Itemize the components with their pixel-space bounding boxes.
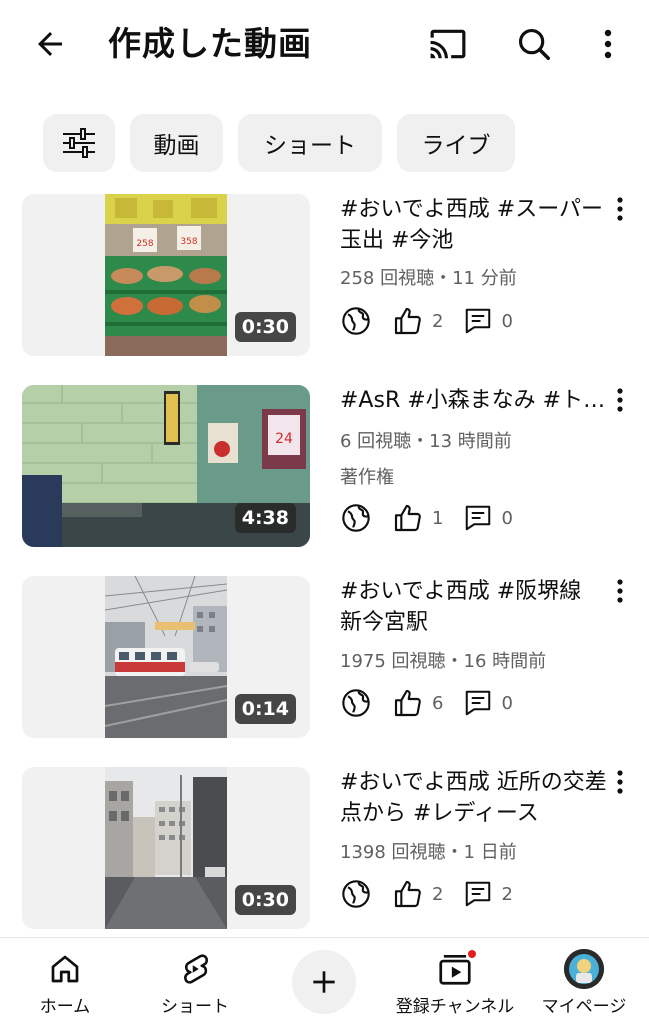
shorts-icon — [177, 950, 213, 988]
more-vert-icon[interactable] — [608, 387, 632, 419]
nav-subscriptions[interactable]: 登録チャンネル — [388, 938, 522, 1024]
svg-text:24: 24 — [275, 431, 293, 447]
thumbnail-image — [105, 576, 227, 738]
public-globe-icon — [340, 305, 372, 337]
video-stats: 2 2 — [340, 877, 513, 911]
nav-shorts[interactable]: ショート — [150, 938, 240, 1024]
video-duration: 0:30 — [234, 312, 296, 342]
video-title[interactable]: #AsR #小森まなみ #トーストを作ろうよ — [340, 385, 608, 416]
chip-shorts[interactable]: ショート — [238, 114, 382, 172]
comment-count: 0 — [501, 692, 513, 714]
comment-icon — [463, 879, 493, 909]
notification-dot — [466, 948, 478, 960]
video-duration: 0:30 — [234, 885, 296, 915]
like-count: 2 — [432, 310, 444, 332]
video-stats: 1 0 — [340, 501, 513, 535]
nav-label: マイページ — [541, 997, 627, 1017]
chip-live[interactable]: ライブ — [397, 114, 515, 172]
more-vert-icon[interactable] — [608, 769, 632, 801]
public-globe-icon — [340, 502, 372, 534]
video-item[interactable]: 258 358 0:30 #おいでよ西成 #スーパー玉出 #今池 258 回視聴… — [0, 194, 649, 359]
video-title[interactable]: #おいでよ西成 近所の交差点から #レディース — [340, 767, 608, 829]
svg-text:358: 358 — [180, 237, 197, 247]
comment-icon — [463, 688, 493, 718]
thumbnail-image: 258 358 — [105, 194, 227, 356]
video-thumbnail[interactable]: 24 4:38 — [22, 385, 310, 547]
filter-chip-bar: 動画 ショート ライブ — [0, 114, 649, 174]
video-meta: 6 回視聴・13 時間前 — [340, 431, 512, 452]
video-item[interactable]: 0:14 #おいでよ西成 #阪堺線 新今宮駅 1975 回視聴・16 時間前 6… — [0, 576, 649, 741]
video-thumbnail[interactable]: 0:30 — [22, 767, 310, 929]
thumbnail-image — [105, 767, 227, 929]
like-count: 1 — [432, 507, 444, 529]
video-stats: 6 0 — [340, 686, 513, 720]
back-arrow-icon[interactable] — [26, 22, 74, 66]
video-title[interactable]: #おいでよ西成 #阪堺線 新今宮駅 — [340, 576, 608, 638]
video-meta: 1398 回視聴・1 日前 — [340, 842, 517, 863]
avatar — [564, 949, 604, 989]
more-vert-icon[interactable] — [590, 22, 626, 66]
more-vert-icon[interactable] — [608, 578, 632, 610]
public-globe-icon — [340, 687, 372, 719]
top-app-bar: 作成した動画 — [0, 0, 649, 90]
more-vert-icon[interactable] — [608, 196, 632, 228]
video-duration: 4:38 — [234, 503, 296, 533]
nav-home[interactable]: ホーム — [30, 938, 100, 1024]
home-icon — [47, 950, 83, 988]
video-title[interactable]: #おいでよ西成 #スーパー玉出 #今池 — [340, 194, 608, 256]
tune-icon[interactable] — [43, 114, 115, 172]
video-stats: 2 0 — [340, 304, 513, 338]
search-icon[interactable] — [510, 22, 558, 66]
chip-videos[interactable]: 動画 — [130, 114, 223, 172]
like-icon — [392, 878, 424, 910]
video-duration: 0:14 — [234, 694, 296, 724]
copyright-label[interactable]: 著作権 — [340, 465, 394, 491]
comment-icon — [463, 306, 493, 336]
video-item[interactable]: 24 4:38 #AsR #小森まなみ #トーストを作ろうよ 6 回視聴・13 … — [0, 385, 649, 550]
comment-count: 0 — [501, 507, 513, 529]
subscriptions-icon — [436, 948, 478, 988]
like-count: 6 — [432, 692, 444, 714]
like-count: 2 — [432, 883, 444, 905]
comment-count: 2 — [501, 883, 513, 905]
nav-label: 登録チャンネル — [395, 997, 515, 1017]
like-icon — [392, 687, 424, 719]
cast-icon[interactable] — [424, 22, 472, 66]
public-globe-icon — [340, 878, 372, 910]
comment-count: 0 — [501, 310, 513, 332]
bottom-navigation: ホーム ショート 登録チャンネル マイページ — [0, 937, 649, 1024]
video-thumbnail[interactable]: 0:14 — [22, 576, 310, 738]
nav-label: ショート — [161, 997, 229, 1017]
video-item[interactable]: 0:30 #おいでよ西成 近所の交差点から #レディース 1398 回視聴・1 … — [0, 767, 649, 932]
page-title: 作成した動画 — [108, 24, 312, 63]
video-meta: 1975 回視聴・16 時間前 — [340, 651, 547, 672]
svg-text:258: 258 — [136, 239, 153, 249]
comment-icon — [463, 503, 493, 533]
video-meta: 258 回視聴・11 分前 — [340, 268, 517, 289]
create-plus-icon[interactable] — [292, 950, 356, 1014]
like-icon — [392, 502, 424, 534]
nav-mypage[interactable]: マイページ — [534, 938, 634, 1024]
video-thumbnail[interactable]: 258 358 0:30 — [22, 194, 310, 356]
like-icon — [392, 305, 424, 337]
nav-label: ホーム — [39, 997, 91, 1017]
